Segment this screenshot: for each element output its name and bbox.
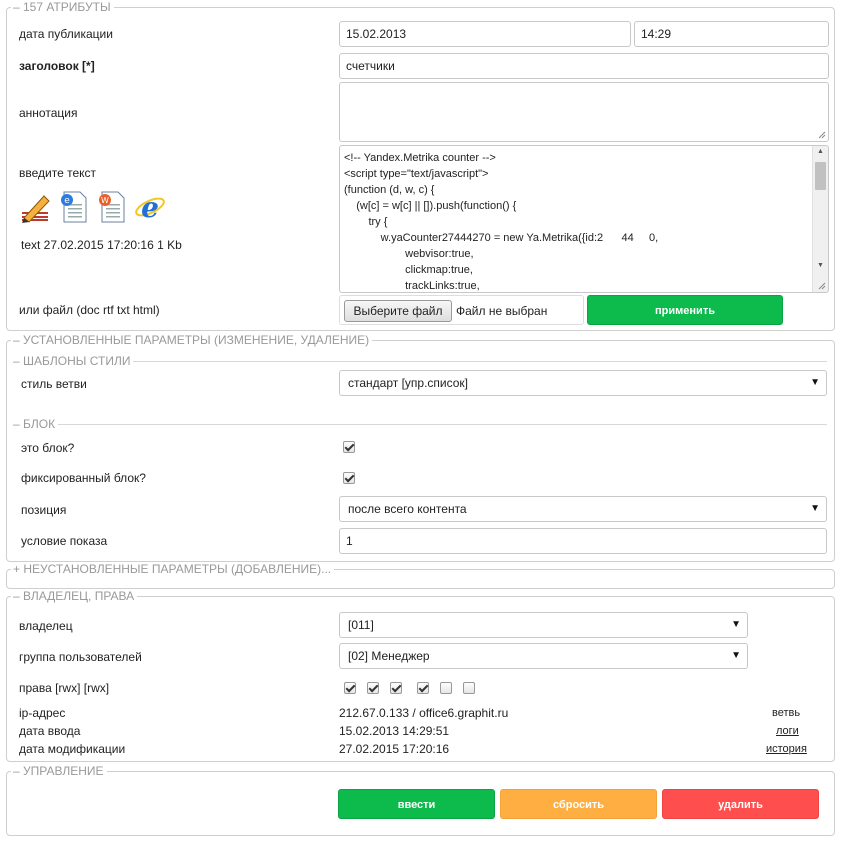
ie-document-icon[interactable]: e (58, 190, 90, 224)
scroll-thumb[interactable] (815, 162, 826, 190)
branch-style-value: стандарт [упр.список] (348, 376, 469, 390)
rights-checkbox-owner-w[interactable] (367, 682, 379, 694)
code-line: webvisor:true, (344, 248, 474, 260)
group-value: [02] Менеджер (348, 649, 430, 663)
rights-checkbox-owner-r[interactable] (344, 682, 356, 694)
resize-grip-icon[interactable] (818, 282, 826, 290)
pub-time-input[interactable]: 14:29 (634, 21, 829, 47)
dropdown-arrow-icon: ▼ (731, 650, 741, 661)
fixed-block-label: фиксированный блок? (21, 471, 146, 485)
rights-checkbox-group-r[interactable] (417, 682, 429, 694)
uninstalled-params-legend[interactable]: + НЕУСТАНОВЛЕННЫЕ ПАРАМЕТРЫ (ДОБАВЛЕНИЕ)… (11, 562, 334, 576)
templates-legend[interactable]: – ШАБЛОНЫ СТИЛИ (13, 354, 134, 368)
templates-divider (14, 361, 827, 362)
is-block-checkbox[interactable] (343, 441, 355, 453)
code-line: <!-- Yandex.Metrika counter --> (344, 152, 496, 164)
text-file-info: text 27.02.2015 17:20:16 1 Kb (21, 238, 182, 252)
reset-button[interactable]: сбросить (500, 789, 657, 819)
rights-label: права [rwx] [rwx] (19, 681, 110, 695)
logs-link[interactable]: логи (776, 725, 799, 737)
condition-input[interactable]: 1 (339, 528, 827, 554)
history-link[interactable]: история (766, 743, 807, 755)
position-label: позиция (21, 503, 67, 517)
ip-label: ip-адрес (19, 706, 66, 720)
file-label: или файл (doc rtf txt html) (19, 303, 160, 317)
svg-text:e: e (64, 196, 70, 206)
entry-date-label: дата ввода (19, 724, 81, 738)
is-block-label: это блок? (21, 441, 75, 455)
apply-button[interactable]: применить (587, 295, 783, 325)
code-line: <script type="text/javascript"> (344, 168, 489, 180)
word-document-icon[interactable]: W (96, 190, 128, 224)
uninstalled-params-section: + НЕУСТАНОВЛЕННЫЕ ПАРАМЕТРЫ (ДОБАВЛЕНИЕ)… (6, 562, 835, 589)
mod-date-label: дата модификации (19, 742, 126, 756)
scroll-down-arrow-icon[interactable]: ▼ (813, 262, 828, 269)
scroll-up-arrow-icon[interactable]: ▲ (813, 148, 828, 155)
condition-label: условие показа (21, 534, 108, 548)
branch-style-label: стиль ветви (21, 377, 87, 391)
code-line: trackLinks:true, (344, 280, 480, 292)
group-select[interactable]: [02] Менеджер ▼ (339, 643, 748, 669)
owner-select[interactable]: [011] ▼ (339, 612, 748, 638)
submit-button[interactable]: ввести (338, 789, 495, 819)
entry-date-value: 15.02.2013 14:29:51 (339, 724, 450, 738)
code-line: w.yaCounter27444270 = new Ya.Metrika({id… (344, 232, 659, 244)
installed-params-legend[interactable]: – УСТАНОВЛЕННЫЕ ПАРАМЕТРЫ (ИЗМЕНЕНИЕ, УД… (11, 333, 372, 347)
block-legend[interactable]: – БЛОК (13, 417, 59, 431)
rights-checkbox-owner-x[interactable] (390, 682, 402, 694)
branch-link[interactable]: ветвь (772, 707, 800, 719)
code-line: (w[c] = w[c] || []).push(function() { (344, 200, 517, 212)
annotation-label: аннотация (19, 106, 78, 120)
group-label: группа пользователей (19, 650, 142, 664)
pub-date-label: дата публикации (19, 27, 113, 41)
code-line: try { (344, 216, 388, 228)
rights-checkbox-group-x[interactable] (463, 682, 475, 694)
svg-text:e: e (141, 191, 159, 224)
dropdown-arrow-icon: ▼ (731, 619, 741, 630)
fixed-block-checkbox[interactable] (343, 472, 355, 484)
control-legend: – УПРАВЛЕНИЕ (13, 764, 104, 778)
position-value: после всего контента (348, 502, 467, 516)
code-line: clickmap:true, (344, 264, 473, 276)
title-label: заголовок [*] (19, 59, 95, 73)
file-status: Файл не выбран (456, 304, 548, 318)
text-editor-scrollbar[interactable]: ▲ ▼ (812, 146, 828, 292)
code-line: (function (d, w, c) { (344, 184, 435, 196)
owner-rights-legend[interactable]: – ВЛАДЕЛЕЦ, ПРАВА (11, 589, 137, 603)
attributes-legend: – 157 АТРИБУТЫ (13, 0, 111, 14)
branch-style-select[interactable]: стандарт [упр.список] ▼ (339, 370, 827, 396)
ip-value: 212.67.0.133 / office6.graphit.ru (339, 706, 509, 720)
file-input[interactable]: Выберите файл Файл не выбран (339, 295, 584, 325)
delete-button[interactable]: удалить (662, 789, 819, 819)
rights-checkbox-group-w[interactable] (440, 682, 452, 694)
title-input[interactable]: счетчики (339, 53, 829, 79)
text-label: введите текст (19, 166, 97, 180)
owner-label: владелец (19, 619, 73, 633)
choose-file-button[interactable]: Выберите файл (344, 300, 452, 322)
pencil-edit-icon[interactable] (20, 192, 52, 224)
dropdown-arrow-icon: ▼ (810, 503, 820, 514)
block-divider (14, 424, 827, 425)
internet-explorer-icon[interactable]: e (134, 190, 166, 224)
resize-grip-icon[interactable] (818, 131, 826, 139)
pub-date-input[interactable]: 15.02.2013 (339, 21, 631, 47)
text-editor-textarea[interactable]: <!-- Yandex.Metrika counter --> <script … (339, 145, 829, 293)
mod-date-value: 27.02.2015 17:20:16 (339, 742, 450, 756)
annotation-textarea[interactable] (339, 82, 829, 142)
svg-text:W: W (101, 196, 109, 205)
owner-value: [011] (348, 618, 374, 632)
position-select[interactable]: после всего контента ▼ (339, 496, 827, 522)
dropdown-arrow-icon: ▼ (810, 377, 820, 388)
